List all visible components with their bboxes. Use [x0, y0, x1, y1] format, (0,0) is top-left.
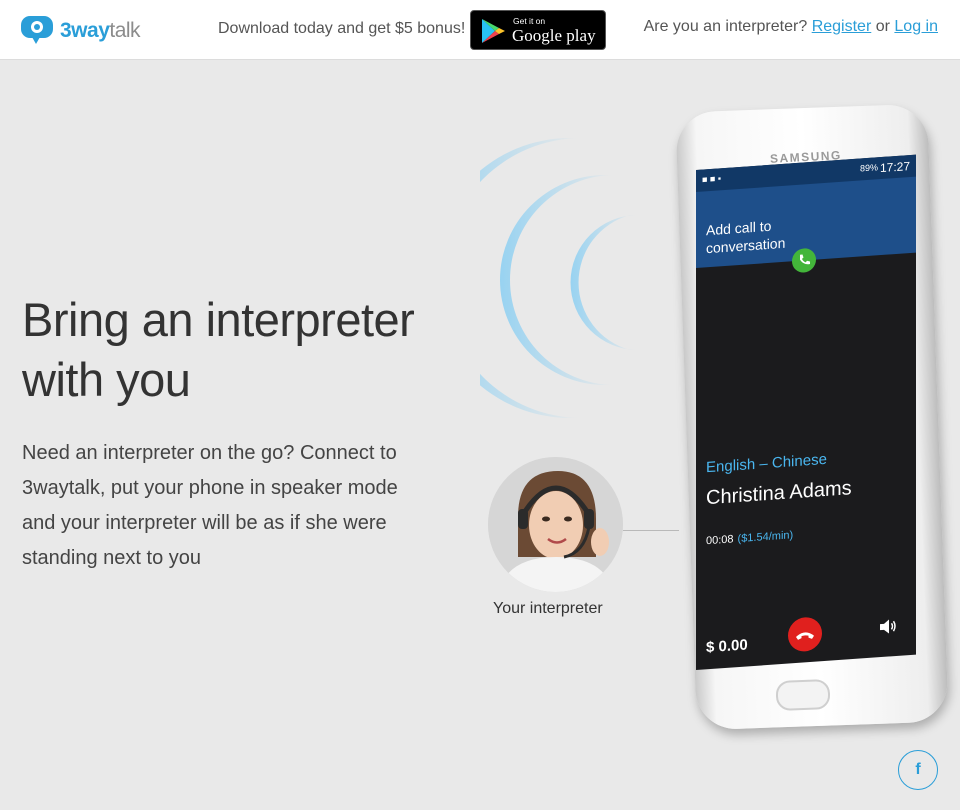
- login-link[interactable]: Log in: [894, 18, 938, 35]
- call-rate: ($1.54/min): [737, 529, 794, 546]
- speaker-icon[interactable]: [879, 618, 897, 635]
- logo-secondary: talk: [109, 18, 141, 42]
- register-link[interactable]: Register: [812, 18, 872, 35]
- language-pair: English – Chinese: [706, 450, 827, 477]
- phone-home-button: [775, 679, 831, 711]
- or-text: or: [875, 18, 890, 35]
- download-promo-text: Download today and get $5 bonus!: [218, 20, 466, 37]
- interpreter-question: Are you an interpreter?: [643, 18, 808, 35]
- hero-description: Need an interpreter on the go? Connect t…: [22, 442, 398, 569]
- top-header: 3waytalk Download today and get $5 bonus…: [0, 0, 960, 60]
- interpreter-label: Your interpreter: [493, 600, 603, 617]
- interpreter-connector-line: [623, 530, 679, 531]
- status-time: 17:27: [879, 159, 910, 176]
- hero-headline: Bring an interpreter with you: [22, 290, 442, 410]
- google-play-big-text: Google play: [512, 26, 596, 45]
- sound-waves-icon: [480, 138, 638, 418]
- interpreter-account-links: Are you an interpreter? Register or Log …: [644, 18, 938, 36]
- google-play-badge[interactable]: Get it on Google play: [470, 10, 606, 50]
- add-call-button[interactable]: [792, 247, 816, 274]
- headline-line-1: Bring an interpreter: [22, 293, 415, 346]
- google-play-icon: [482, 19, 505, 43]
- phone-screen: ■ ■ ▪ 89% 17:27 Add call to conversation…: [696, 154, 916, 671]
- call-timer: 00:08 ($1.54/min): [706, 529, 793, 547]
- facebook-icon: f: [915, 761, 921, 778]
- logo[interactable]: 3waytalk: [20, 14, 141, 46]
- call-duration: 00:08: [706, 533, 734, 548]
- interpreter-portrait-icon: [488, 457, 623, 592]
- balance: $ 0.00: [706, 636, 748, 657]
- hang-up-button[interactable]: [788, 616, 822, 653]
- logo-wordmark: 3waytalk: [60, 18, 141, 42]
- hang-up-icon: [796, 632, 814, 640]
- interpreter-avatar: [488, 457, 623, 592]
- notification-icons: ■ ■ ▪: [702, 173, 722, 185]
- headline-line-2: with you: [22, 353, 191, 406]
- logo-primary: 3way: [60, 18, 110, 42]
- battery-level: 89%: [859, 162, 878, 174]
- facebook-button[interactable]: f: [898, 750, 938, 790]
- contact-name: Christina Adams: [706, 477, 852, 510]
- google-play-small-text: Get it on: [513, 16, 546, 26]
- chat-bubble-logo-icon: [21, 16, 53, 44]
- phone-icon: [800, 254, 810, 265]
